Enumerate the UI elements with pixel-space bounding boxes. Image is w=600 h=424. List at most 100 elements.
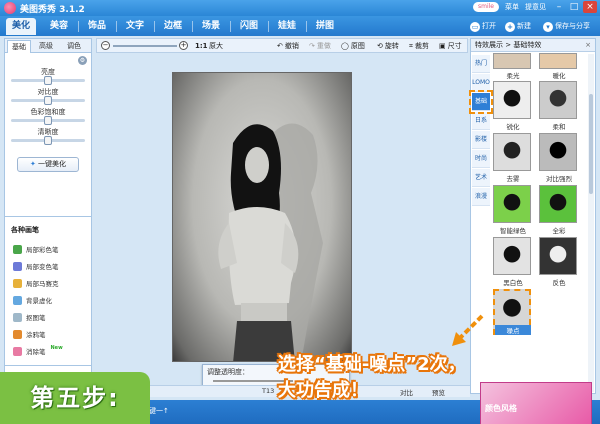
redo-button[interactable]: ↷ 重做 [309, 40, 331, 52]
zoom-out-icon[interactable]: − [101, 41, 110, 50]
adjust-subtabs: 基础 高级 调色 [5, 39, 91, 53]
effect-thumb[interactable] [539, 53, 577, 69]
subtab-advanced[interactable]: 高级 [35, 40, 57, 53]
original-button[interactable]: ◯ 原图 [341, 40, 365, 52]
brush-eraser[interactable]: 消除笔 New [13, 345, 63, 357]
edited-photo[interactable] [172, 72, 352, 362]
scrollbar-thumb[interactable] [589, 94, 593, 194]
feedback-button[interactable]: 提意见 [525, 2, 546, 12]
tab-text[interactable]: 文字 [120, 18, 150, 35]
slider-thumb[interactable] [44, 96, 52, 105]
effects-breadcrumb: 特效展示 > 基础特效 × [471, 39, 595, 52]
canvas-area: 调整透明度： × [96, 54, 468, 388]
magic-wand-icon: ✦ [29, 160, 36, 168]
close-icon[interactable]: × [583, 1, 597, 13]
tab-separator [154, 21, 155, 32]
user-account-button[interactable]: smile [473, 2, 499, 12]
category-art[interactable]: 艺术 [472, 169, 490, 187]
effect-thumb[interactable] [539, 237, 577, 275]
new-button[interactable]: + 新建 [505, 20, 531, 33]
tab-scene[interactable]: 场景 [196, 18, 226, 35]
title-bar: 美图秀秀 3.1.2 smile 菜单 提意见 – □ × [0, 0, 600, 16]
one-key-beautify-button[interactable]: ✦ 一键美化 [17, 157, 79, 172]
ratio-button[interactable]: 1:1 [195, 40, 208, 52]
rotate-label: 旋转 [384, 42, 399, 50]
brush-panel-title: 各种画笔 [11, 226, 39, 234]
effect-thumb[interactable] [539, 185, 577, 223]
zoom-in-icon[interactable]: + [179, 41, 188, 50]
tab-doll[interactable]: 娃娃 [272, 18, 302, 35]
category-hot[interactable]: 热门 [472, 55, 490, 73]
tab-separator [230, 21, 231, 32]
open-button[interactable]: ▭ 打开 [470, 20, 496, 33]
undo-button[interactable]: ↶ 撤销 [277, 40, 299, 52]
maximize-icon[interactable]: □ [567, 1, 581, 13]
brush-blur-background[interactable]: 背景虚化 [13, 294, 52, 306]
sharpness-slider[interactable]: 清晰度 [11, 127, 85, 145]
size-button[interactable]: ▣ 尺寸 [439, 40, 462, 52]
effect-thumb[interactable] [539, 81, 577, 119]
minimize-icon[interactable]: – [552, 1, 566, 13]
sharpness-track[interactable] [11, 136, 85, 145]
gear-icon[interactable]: ⚙ [78, 56, 87, 65]
redo-icon: ↷ [309, 42, 315, 50]
tab-frame[interactable]: 边框 [158, 18, 188, 35]
arrow-icon [452, 314, 484, 346]
undo-label: 撤销 [284, 42, 299, 50]
brush-label: 涂鸦笔 [26, 331, 46, 339]
contrast-slider[interactable]: 对比度 [11, 87, 85, 105]
undo-icon: ↶ [277, 42, 283, 50]
brightness-track[interactable] [11, 76, 85, 85]
menu-button[interactable]: 菜单 [505, 2, 519, 12]
original-label: 原图 [350, 42, 365, 50]
panel-close-icon[interactable]: × [585, 39, 591, 52]
save-share-button[interactable]: ▾ 保存与分享 [543, 20, 590, 33]
brush-local-color[interactable]: 局部彩色笔 [13, 243, 59, 255]
brush-doodle[interactable]: 涂鸦笔 [13, 328, 46, 340]
brush-label: 局部彩色笔 [26, 246, 59, 254]
tab-flash[interactable]: 闪图 [234, 18, 264, 35]
saturation-track[interactable] [11, 116, 85, 125]
effect-thumb[interactable] [493, 185, 531, 223]
category-japanese[interactable]: 日系 [472, 112, 490, 130]
slider-thumb[interactable] [44, 116, 52, 125]
slider-thumb[interactable] [44, 76, 52, 85]
effect-thumb[interactable] [539, 133, 577, 171]
tab-beauty[interactable]: 美容 [44, 18, 74, 35]
folder-icon: ▭ [470, 21, 480, 32]
rotate-button[interactable]: ⟲ 旋转 [377, 40, 399, 52]
effect-thumb[interactable] [493, 53, 531, 69]
image-toolbar: − + 1:1 原大 ↶ 撤销 ↷ 重做 ◯ 原图 ⟲ 旋转 ⌗ 裁剪 ▣ 尺寸 [96, 38, 468, 53]
subtab-color[interactable]: 调色 [63, 40, 85, 53]
original-icon: ◯ [341, 42, 349, 50]
tab-accessories[interactable]: 饰品 [82, 18, 112, 35]
original-size-button[interactable]: 原大 [209, 40, 223, 52]
crop-button[interactable]: ⌗ 裁剪 [409, 40, 429, 52]
brush-cutout[interactable]: 抠图笔 [13, 311, 46, 323]
brush-panel: 各种画笔 局部彩色笔 局部变色笔 局部马赛克 背景虚化 抠图笔 涂鸦笔 消除笔 [4, 216, 92, 366]
effect-thumb[interactable] [493, 81, 531, 119]
effects-scrollbar[interactable] [588, 54, 594, 392]
tab-collage[interactable]: 拼图 [310, 18, 340, 35]
contrast-track[interactable] [11, 96, 85, 105]
effect-thumb[interactable] [493, 237, 531, 275]
slider-thumb[interactable] [44, 136, 52, 145]
brush-local-recolor[interactable]: 局部变色笔 [13, 260, 59, 272]
blur-icon [13, 295, 22, 305]
subtab-basic[interactable]: 基础 [7, 40, 31, 53]
color-brush-icon [13, 244, 22, 254]
brightness-slider[interactable]: 亮度 [11, 67, 85, 85]
photo-content [218, 123, 323, 361]
zoom-slider[interactable] [113, 45, 177, 47]
tab-beautify[interactable]: 美化 [6, 18, 37, 35]
category-studio[interactable]: 影楼 [472, 131, 490, 149]
category-fashion[interactable]: 时尚 [472, 150, 490, 168]
effect-thumb[interactable] [493, 133, 531, 171]
saturation-slider[interactable]: 色彩饱和度 [11, 107, 85, 125]
title-right-group: smile 菜单 提意见 [473, 2, 546, 12]
crop-label: 裁剪 [414, 42, 429, 50]
brush-mosaic[interactable]: 局部马赛克 [13, 277, 59, 289]
recolor-brush-icon [13, 261, 22, 271]
category-romance[interactable]: 浪漫 [472, 188, 490, 206]
effect-label-selected: 噪点 [495, 325, 531, 335]
